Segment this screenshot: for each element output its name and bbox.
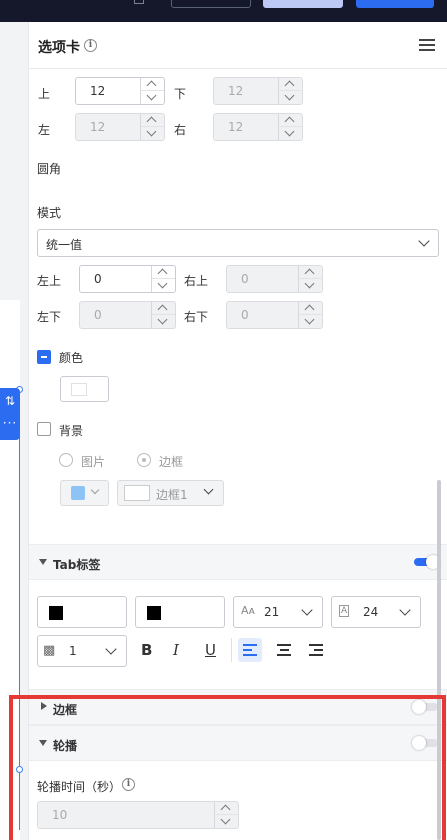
underline-button[interactable]: U	[205, 641, 216, 659]
component-handle[interactable]: ⇅ ···	[0, 388, 20, 440]
menu-icon[interactable]	[419, 39, 435, 51]
italic-button[interactable]: I	[173, 641, 179, 659]
chevron-down-icon	[399, 604, 411, 616]
radio-border[interactable]	[137, 453, 151, 467]
decrement-button[interactable]	[152, 279, 175, 292]
toolbar-button-outline[interactable]	[171, 0, 251, 8]
section-title: Tab标签	[53, 558, 101, 572]
more-icon[interactable]: ···	[0, 414, 20, 432]
increment-button[interactable]	[152, 266, 175, 279]
panel-header: 选项卡 i	[29, 22, 447, 69]
background-color-picker[interactable]	[60, 480, 109, 506]
padding-bottom-input[interactable]: 12	[213, 77, 303, 105]
section-tab-label[interactable]: Tab标签	[29, 544, 447, 580]
increment-button[interactable]	[299, 266, 322, 279]
padding-right-input[interactable]: 12	[213, 113, 303, 141]
padding-top-input[interactable]: 12	[75, 77, 165, 105]
decrement-button[interactable]	[152, 315, 175, 328]
border-preview	[124, 485, 150, 501]
background-label: 背景	[59, 424, 84, 438]
align-center-button[interactable]	[272, 638, 296, 662]
decrement-button[interactable]	[279, 127, 302, 140]
panel-title: 选项卡	[38, 40, 80, 56]
color-label: 颜色	[59, 351, 84, 365]
padding-top-label: 上	[38, 87, 51, 101]
increment-button[interactable]	[141, 114, 164, 127]
divider	[231, 638, 232, 662]
radius-top-right-input[interactable]: 0	[226, 265, 323, 293]
align-right-button[interactable]	[304, 638, 328, 662]
radius-top-right-label: 右上	[184, 274, 209, 288]
font-size-icon: Aᴀ	[241, 604, 256, 617]
top-toolbar	[0, 0, 447, 22]
radio-border-label: 边框	[159, 455, 184, 469]
increment-button[interactable]	[279, 78, 302, 91]
increment-button[interactable]	[152, 302, 175, 315]
color-swatch	[49, 606, 63, 620]
radius-bottom-left-input[interactable]: 0	[79, 301, 176, 329]
color-swatch	[71, 383, 87, 396]
text-color-picker[interactable]	[37, 596, 127, 628]
decrement-button[interactable]	[141, 127, 164, 140]
decrement-button[interactable]	[299, 279, 322, 292]
line-height-icon: A	[339, 605, 350, 617]
toolbar-icon[interactable]	[134, 0, 144, 4]
background-checkbox[interactable]	[37, 422, 51, 436]
increment-button[interactable]	[141, 78, 164, 91]
chevron-down-icon	[105, 643, 117, 655]
caret-down-icon	[39, 559, 47, 565]
align-left-button[interactable]	[238, 638, 262, 662]
letter-spacing-select[interactable]: ▩ 1	[37, 635, 127, 667]
line-height-select[interactable]: A 24	[331, 596, 421, 628]
padding-left-label: 左	[38, 123, 51, 137]
swap-icon[interactable]: ⇅	[0, 388, 20, 414]
toolbar-button-secondary[interactable]	[263, 0, 343, 8]
decrement-button[interactable]	[299, 315, 322, 328]
mode-label: 模式	[37, 206, 62, 220]
decrement-button[interactable]	[141, 91, 164, 104]
chevron-down-icon	[203, 484, 214, 495]
tab-label-toggle[interactable]	[414, 555, 440, 569]
radius-bottom-right-label: 右下	[184, 310, 209, 324]
color-swatch	[147, 606, 161, 620]
radio-image-label: 图片	[81, 455, 106, 469]
radius-top-left-input[interactable]: 0	[79, 265, 176, 293]
padding-right-label: 右	[174, 123, 187, 137]
chevron-down-icon	[301, 604, 313, 616]
padding-bottom-label: 下	[174, 87, 187, 101]
mode-select[interactable]: 统一值	[37, 229, 439, 257]
increment-button[interactable]	[299, 302, 322, 315]
info-icon[interactable]: i	[84, 39, 97, 52]
color-swatch	[71, 486, 85, 500]
bold-button[interactable]: B	[141, 641, 152, 659]
pattern-icon: ▩	[43, 643, 56, 658]
decrement-button[interactable]	[279, 91, 302, 104]
background-color-picker[interactable]	[135, 596, 225, 628]
padding-left-input[interactable]: 12	[75, 113, 165, 141]
font-size-select[interactable]: Aᴀ 21	[233, 596, 323, 628]
highlight-box	[9, 695, 446, 840]
color-checkbox[interactable]	[37, 350, 51, 364]
border-style-select[interactable]: 边框1	[117, 480, 224, 506]
radius-bottom-right-input[interactable]: 0	[226, 301, 323, 329]
increment-button[interactable]	[279, 114, 302, 127]
chevron-down-icon	[90, 485, 100, 495]
toolbar-button-primary[interactable]	[356, 0, 434, 8]
radius-title: 圆角	[37, 162, 62, 176]
chevron-down-icon	[418, 235, 430, 247]
radius-bottom-left-label: 左下	[37, 310, 62, 324]
radio-image[interactable]	[59, 453, 73, 467]
color-picker[interactable]	[60, 376, 109, 402]
radius-top-left-label: 左上	[37, 274, 62, 288]
